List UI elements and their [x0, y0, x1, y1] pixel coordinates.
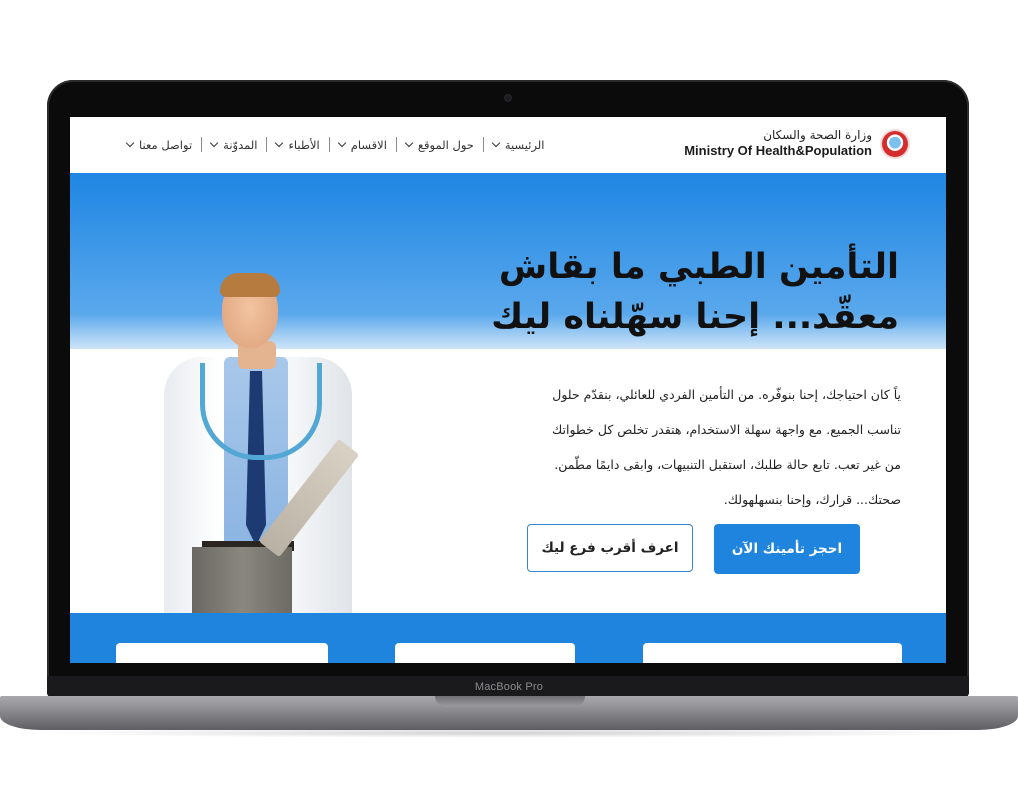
find-branch-button[interactable]: اعرف أقرب فرع ليك: [527, 524, 693, 572]
feature-card[interactable]: [116, 643, 328, 663]
nav-item-label: الاقسام: [350, 137, 387, 152]
nav-item-doctors[interactable]: الأطباء: [267, 138, 328, 152]
nav-divider: [266, 137, 268, 152]
webcam: [505, 95, 511, 101]
main-nav: الرئيسية حول الموقع الاقسام الأطباء المد…: [118, 137, 554, 152]
brand-name-english: Ministry Of Health&Population: [684, 143, 872, 158]
brand-name-arabic: وزارة الصحة والسكان: [763, 128, 872, 142]
nav-item-home[interactable]: الرئيسية: [484, 138, 554, 152]
brand-text: وزارة الصحة والسكان Ministry Of Health&P…: [684, 128, 872, 159]
feature-card[interactable]: [643, 643, 902, 663]
nav-item-label: الرئيسية: [504, 137, 545, 152]
ministry-emblem-icon: [882, 130, 908, 157]
nav-item-blog[interactable]: المدوّنة: [202, 138, 266, 152]
nav-item-about[interactable]: حول الموقع: [397, 138, 483, 152]
brand[interactable]: وزارة الصحة والسكان Ministry Of Health&P…: [684, 128, 908, 159]
hero-title: التأمين الطبي ما بقاش معقّد... إحنا سهّل…: [439, 243, 899, 342]
browser-screen: وزارة الصحة والسكان Ministry Of Health&P…: [70, 117, 946, 663]
nav-divider: [395, 137, 397, 152]
hero-description-line: تناسب الجميع. مع واجهة سهلة الاستخدام، ه…: [551, 422, 901, 437]
feature-card[interactable]: [395, 643, 575, 663]
hero-description-line: ياً كان احتياجك، إحنا بنوفّره. من التأمي…: [552, 387, 901, 402]
hero-description: ياً كان احتياجك، إحنا بنوفّره. من التأمي…: [481, 377, 901, 517]
chevron-down-icon: [209, 138, 219, 147]
chevron-down-icon: [337, 138, 347, 147]
doctor-illustration: [150, 273, 370, 642]
nav-item-label: الأطباء: [288, 137, 320, 152]
chevron-down-icon: [125, 138, 135, 147]
nav-item-label: المدوّنة: [223, 137, 258, 152]
nav-item-contact[interactable]: تواصل معنا: [118, 138, 201, 152]
nav-item-label: تواصل معنا: [139, 137, 193, 152]
nav-item-departments[interactable]: الاقسام: [330, 138, 396, 152]
hero-description-line: صحتك... قرارك، وإحنا بنسهلهولك.: [723, 492, 901, 507]
hero-description-line: من غير تعب. تابع حالة طلبك، استقبل التنب…: [554, 457, 901, 472]
hero-title-line: التأمين الطبي ما بقاش: [498, 247, 899, 287]
chevron-down-icon: [404, 138, 414, 147]
device-label: MacBook Pro: [474, 681, 544, 693]
nav-divider: [328, 137, 330, 152]
nav-divider: [201, 137, 203, 152]
hero-title-line: معقّد... إحنا سهّلناه ليك: [491, 296, 899, 337]
laptop-shadow: [30, 728, 988, 738]
chevron-down-icon: [491, 138, 501, 147]
nav-divider: [482, 137, 484, 152]
nav-item-label: حول الموقع: [417, 137, 474, 152]
chevron-down-icon: [275, 138, 284, 147]
book-insurance-button[interactable]: احجز تأمينك الآن: [714, 524, 860, 574]
top-navbar: وزارة الصحة والسكان Ministry Of Health&P…: [70, 117, 946, 173]
laptop-base-notch: [435, 696, 585, 707]
